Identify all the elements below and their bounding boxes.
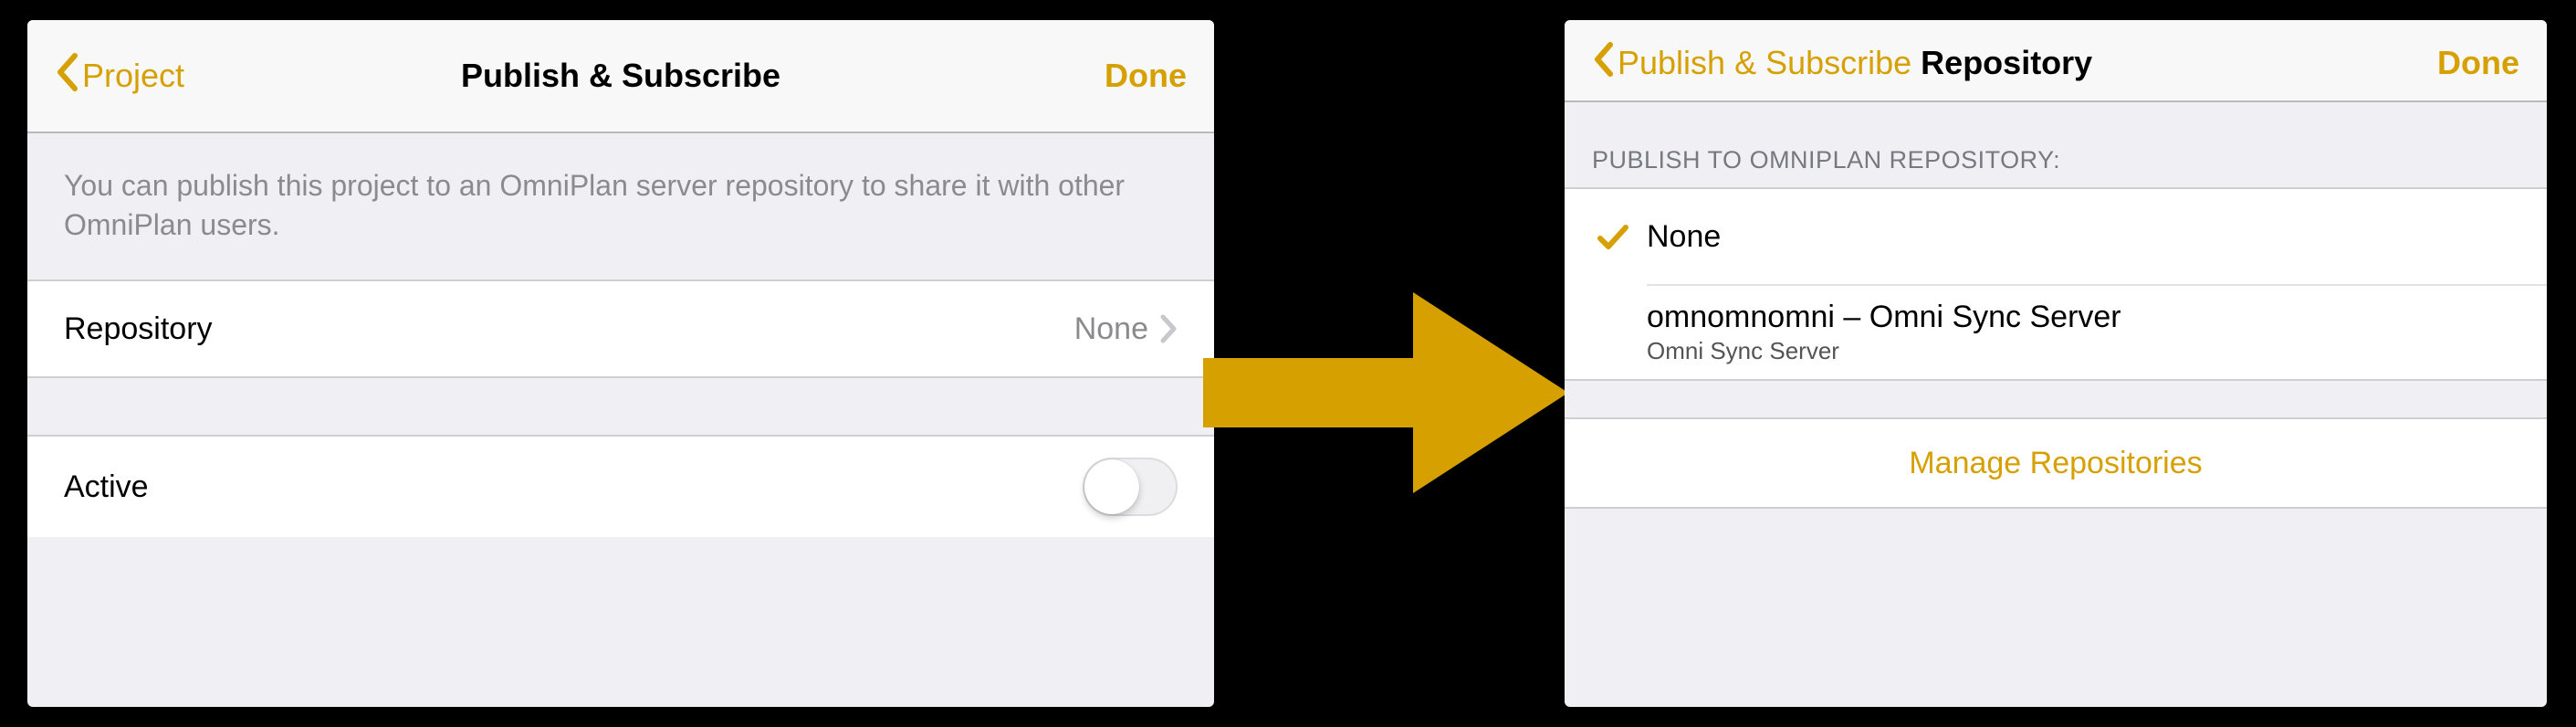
option-sublabel: Omni Sync Server bbox=[1647, 337, 2121, 365]
repository-panel: Publish & Subscribe Repository Done PUBL… bbox=[1565, 20, 2547, 707]
chevron-left-icon bbox=[1592, 41, 1618, 86]
repository-row[interactable]: Repository None bbox=[27, 279, 1214, 378]
option-label: None bbox=[1647, 219, 1721, 255]
repo-option-server[interactable]: omnomnomni – Omni Sync Server Omni Sync … bbox=[1647, 284, 2547, 379]
back-label: Project bbox=[82, 57, 184, 95]
repo-option-none[interactable]: None bbox=[1565, 189, 2547, 284]
navbar: Project Publish & Subscribe Done bbox=[27, 20, 1214, 133]
arrow-icon bbox=[1203, 274, 1568, 511]
page-title: Repository bbox=[1921, 44, 2092, 82]
toggle-knob bbox=[1084, 459, 1139, 514]
spacer bbox=[27, 378, 1214, 435]
done-button[interactable]: Done bbox=[1105, 57, 1187, 95]
active-row: Active bbox=[27, 435, 1214, 537]
manage-label: Manage Repositories bbox=[1909, 446, 2202, 481]
description-text: You can publish this project to an OmniP… bbox=[27, 133, 1214, 279]
back-button[interactable]: Publish & Subscribe bbox=[1592, 41, 1911, 86]
chevron-left-icon bbox=[55, 52, 82, 100]
page-title: Publish & Subscribe bbox=[27, 57, 1214, 95]
spacer bbox=[1565, 381, 2547, 417]
checkmark-icon bbox=[1579, 218, 1647, 255]
done-button[interactable]: Done bbox=[2437, 44, 2519, 82]
chevron-right-icon bbox=[1159, 313, 1178, 344]
active-label: Active bbox=[64, 469, 149, 505]
publish-subscribe-panel: Project Publish & Subscribe Done You can… bbox=[27, 20, 1214, 707]
repository-label: Repository bbox=[64, 311, 213, 347]
repository-value: None bbox=[1074, 311, 1148, 347]
back-label: Publish & Subscribe bbox=[1618, 44, 1911, 82]
repository-list: None omnomnomni – Omni Sync Server Omni … bbox=[1565, 187, 2547, 381]
navbar: Publish & Subscribe Repository Done bbox=[1565, 20, 2547, 102]
manage-repositories-button[interactable]: Manage Repositories bbox=[1565, 417, 2547, 509]
option-label: omnomnomni – Omni Sync Server bbox=[1647, 300, 2121, 335]
section-header: PUBLISH TO OMNIPLAN REPOSITORY: bbox=[1565, 102, 2547, 187]
active-toggle[interactable] bbox=[1083, 458, 1178, 516]
back-button[interactable]: Project bbox=[55, 52, 184, 100]
